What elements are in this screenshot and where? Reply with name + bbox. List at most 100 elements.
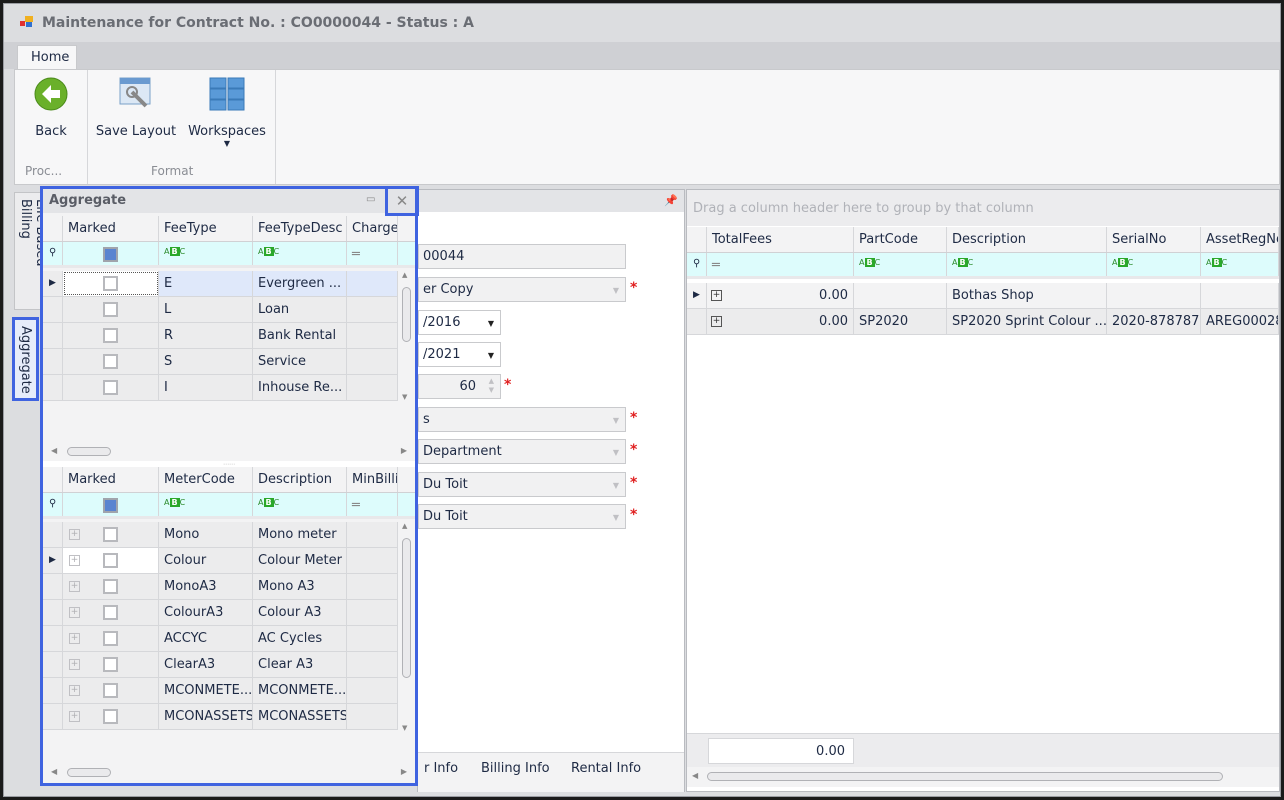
back-button[interactable]: Back (25, 76, 77, 139)
table-row[interactable]: + ColourA3 Colour A3 (43, 600, 398, 626)
scroll-up-icon[interactable]: ▲ (402, 522, 407, 530)
expand-row-icon[interactable]: + (69, 529, 80, 540)
spinner-arrows-icon[interactable]: ▲ ▼ (489, 377, 494, 395)
scroll-thumb[interactable] (67, 447, 111, 456)
column-header-description[interactable]: Description (253, 467, 347, 492)
scroll-up-icon[interactable]: ▲ (402, 271, 407, 279)
scroll-left-icon[interactable]: ◀ (51, 446, 57, 455)
start-date-field[interactable]: /2016 ▼ (418, 310, 501, 335)
table-row[interactable]: + MonoA3 Mono A3 (43, 574, 398, 600)
filter-checkbox[interactable] (63, 493, 159, 516)
table-row[interactable]: + Mono Mono meter (43, 522, 398, 548)
table-row[interactable]: S Service (43, 349, 398, 375)
scroll-right-icon[interactable]: ▶ (401, 767, 407, 776)
workspaces-button[interactable]: Workspaces ▼ (185, 76, 269, 148)
auto-filter-row[interactable]: ⚲ ABC ABC ═ (43, 242, 415, 268)
column-header-assetregno[interactable]: AssetRegNo (1201, 227, 1279, 252)
checkbox[interactable] (103, 605, 118, 620)
column-header-description[interactable]: Description (947, 227, 1107, 252)
table-row[interactable]: + ACCYC AC Cycles (43, 626, 398, 652)
scroll-left-icon[interactable]: ◀ (51, 767, 57, 776)
column-header-metercode[interactable]: MeterCode (159, 467, 253, 492)
filter-text-icon[interactable]: ABC (253, 242, 347, 265)
marked-cell[interactable]: + (63, 600, 159, 625)
close-panel-button[interactable]: ✕ (385, 186, 419, 216)
column-header-serialno[interactable]: SerialNo (1107, 227, 1201, 252)
scroll-thumb[interactable] (402, 538, 411, 678)
column-header-totalfees[interactable]: TotalFees (707, 227, 854, 252)
table-row[interactable]: ▶ E Evergreen ... (43, 271, 398, 297)
expand-row-icon[interactable]: + (711, 316, 722, 327)
checkbox[interactable] (103, 527, 118, 542)
horizontal-scrollbar[interactable]: ◀ ▶ (43, 442, 415, 462)
marked-cell[interactable] (63, 375, 159, 400)
filter-equals-icon[interactable]: ═ (707, 253, 854, 276)
marked-cell[interactable]: + (63, 652, 159, 677)
tab-billing-info[interactable]: Billing Info (481, 761, 550, 776)
save-layout-button[interactable]: Save Layout (95, 76, 177, 139)
side-tab-aggregate[interactable]: Aggregate (12, 317, 39, 401)
vertical-scrollbar[interactable]: ▲ ▼ (398, 271, 415, 401)
horizontal-scrollbar[interactable]: ◀ ▶ (43, 763, 415, 783)
marked-cell[interactable]: + (63, 574, 159, 599)
filter-equals-icon[interactable]: ═ (347, 493, 398, 516)
end-date-field[interactable]: /2021 ▼ (418, 342, 501, 367)
chevron-down-icon[interactable]: ▼ (488, 319, 494, 328)
filter-checkbox[interactable] (63, 242, 159, 265)
tab-home[interactable]: Home (17, 45, 77, 70)
checkbox[interactable] (103, 631, 118, 646)
group-by-panel[interactable]: Drag a column header here to group by th… (687, 190, 1279, 226)
expand-row-icon[interactable]: + (69, 607, 80, 618)
marked-cell[interactable]: + (63, 678, 159, 703)
scroll-right-icon[interactable]: ▶ (401, 446, 407, 455)
table-row[interactable]: ▶ +0.00 Bothas Shop (687, 283, 1279, 309)
checkbox[interactable] (103, 354, 118, 369)
expand-row-icon[interactable]: + (69, 685, 80, 696)
scroll-thumb[interactable] (67, 768, 111, 777)
person-select-1[interactable]: Du Toit ▼ (418, 472, 626, 497)
pin-icon[interactable]: ▭ (366, 194, 375, 205)
marked-cell[interactable] (63, 271, 159, 296)
tab-other-info[interactable]: r Info (424, 761, 458, 776)
column-header-feetypedesc[interactable]: FeeTypeDesc (253, 216, 347, 241)
person-select-2[interactable]: Du Toit ▼ (418, 504, 626, 529)
marked-cell[interactable] (63, 297, 159, 322)
filter-text-icon[interactable]: ABC (253, 493, 347, 516)
months-spinner[interactable]: 60 ▲ ▼ (418, 374, 501, 399)
filter-text-icon[interactable]: ABC (159, 242, 253, 265)
auto-filter-row[interactable]: ⚲ ABC ABC ═ (43, 493, 415, 519)
contract-no-field[interactable]: 00044 (418, 244, 626, 269)
chevron-down-icon[interactable]: ▼ (488, 351, 494, 360)
filter-text-icon[interactable]: ABC (1107, 253, 1201, 276)
marked-cell[interactable]: + (63, 522, 159, 547)
expand-row-icon[interactable]: + (69, 659, 80, 670)
expand-row-icon[interactable]: + (69, 555, 80, 566)
column-header-chargeam[interactable]: ChargeAm (347, 216, 398, 241)
table-row[interactable]: + ClearA3 Clear A3 (43, 652, 398, 678)
table-row[interactable]: R Bank Rental (43, 323, 398, 349)
department-select[interactable]: Department ▼ (418, 439, 626, 464)
checkbox[interactable] (103, 553, 118, 568)
filter-text-icon[interactable]: ABC (947, 253, 1107, 276)
scroll-thumb[interactable] (402, 287, 411, 342)
column-header-marked[interactable]: Marked (63, 216, 159, 241)
checkbox[interactable] (103, 683, 118, 698)
expand-row-icon[interactable]: + (711, 290, 722, 301)
column-header-marked[interactable]: Marked (63, 467, 159, 492)
scroll-down-icon[interactable]: ▼ (402, 393, 407, 401)
filter-text-icon[interactable]: ABC (854, 253, 947, 276)
field-select-6[interactable]: s ▼ (418, 407, 626, 432)
expand-row-icon[interactable]: + (69, 581, 80, 592)
horizontal-scrollbar[interactable]: ◀ (687, 767, 1279, 787)
table-row[interactable]: + MCONASSETS MCONASSETS (43, 704, 398, 730)
checkbox[interactable] (103, 657, 118, 672)
vertical-scrollbar[interactable]: ▲ ▼ (398, 522, 415, 732)
checkbox[interactable] (103, 276, 118, 291)
column-header-minbilling[interactable]: MinBilling (347, 467, 398, 492)
filter-text-icon[interactable]: ABC (159, 493, 253, 516)
checkbox[interactable] (103, 328, 118, 343)
column-header-feetype[interactable]: FeeType (159, 216, 253, 241)
marked-cell[interactable] (63, 349, 159, 374)
table-row[interactable]: L Loan (43, 297, 398, 323)
table-row[interactable]: ▶ + Colour Colour Meter (43, 548, 398, 574)
